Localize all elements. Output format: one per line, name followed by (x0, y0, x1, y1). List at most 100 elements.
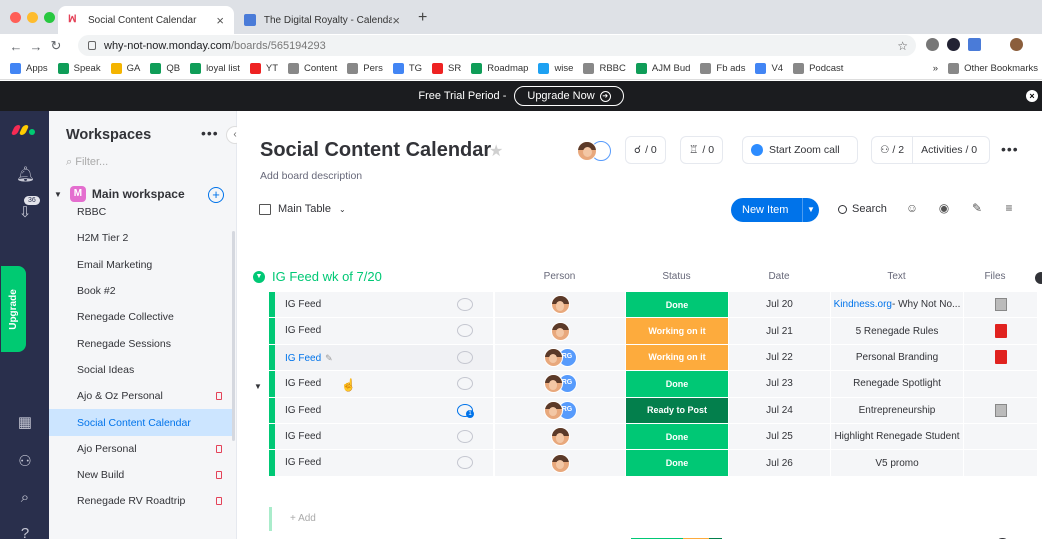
filter-input[interactable]: ⌕ Filter... (66, 156, 108, 169)
reload-icon[interactable]: ↻ (46, 38, 66, 54)
comment-bubble-icon[interactable]: 1 (457, 403, 474, 418)
activity-button-1[interactable]: ☌ / 0 (625, 136, 666, 164)
board-subscribers[interactable] (577, 141, 611, 161)
status-badge[interactable]: Working on it (625, 318, 728, 344)
bookmark-item[interactable]: YT (249, 63, 278, 74)
search-icon[interactable]: ⌕ (16, 489, 34, 507)
filter-icon[interactable]: ≡ (1001, 201, 1017, 217)
files-cell[interactable] (963, 423, 1037, 450)
pin-icon[interactable]: ✎ (969, 201, 985, 217)
date-cell[interactable]: Jul 26 (728, 450, 830, 476)
text-cell[interactable]: Renegade Spotlight (830, 371, 963, 397)
status-badge[interactable]: Done (625, 371, 728, 397)
extension-icon[interactable] (968, 38, 981, 51)
person-cell[interactable] (494, 450, 625, 476)
comment-bubble-icon[interactable] (457, 298, 473, 311)
bookmark-item[interactable]: V4 (755, 63, 783, 74)
activity-button-2[interactable]: ♖ / 0 (680, 136, 724, 164)
person-cell[interactable] (494, 318, 625, 344)
url-field[interactable]: why-not-now.monday.com /boards/565194293… (78, 35, 916, 56)
date-cell[interactable]: Jul 22 (728, 344, 830, 371)
chevron-down-icon[interactable]: ▼ (253, 270, 265, 283)
table-row[interactable]: IG Feed Working on it Jul 21 5 Renegade Rul… (269, 318, 1042, 345)
bookmark-item[interactable]: Apps (10, 63, 48, 74)
edit-pencil-icon[interactable]: ✎ (325, 353, 333, 363)
text-cell[interactable]: Kindness.org - Why Not No... (830, 292, 963, 318)
back-icon[interactable]: ← (6, 39, 26, 54)
status-badge[interactable]: Done (625, 450, 728, 476)
table-row[interactable]: IG Feed Done Jul 20 Kindness.org - Why Not … (269, 292, 1042, 319)
file-thumbnail[interactable] (994, 403, 1007, 417)
files-cell[interactable] (963, 344, 1037, 371)
files-cell[interactable] (963, 318, 1037, 344)
sidebar-item-board[interactable]: Social Ideas (49, 357, 237, 383)
text-cell[interactable]: Personal Branding (830, 344, 963, 371)
table-row[interactable]: IG Feed RG Done Jul 23 Renegade Spotlight (269, 371, 1042, 398)
table-row[interactable]: IG Feed Done Jul 25 Highlight Renegade Stud… (269, 423, 1042, 451)
sidebar-item-board[interactable]: Ajo & Oz Personal (49, 383, 237, 409)
files-cell[interactable] (963, 292, 1037, 318)
upgrade-button[interactable]: Upgrade (1, 266, 26, 352)
files-cell[interactable] (963, 397, 1037, 423)
bookmark-item[interactable]: Podcast (793, 63, 843, 74)
maximize-window-button[interactable] (44, 12, 55, 23)
date-cell[interactable]: Jul 23 (728, 371, 830, 397)
group-title[interactable]: IG Feed wk of 7/20 (272, 269, 382, 284)
board-description[interactable]: Add board description (260, 170, 362, 182)
browser-tab-2[interactable]: The Digital Royalty - Calendar × (234, 6, 410, 34)
column-header-text[interactable]: Text (830, 271, 963, 282)
help-icon[interactable]: ? (16, 525, 34, 539)
person-cell[interactable]: RG (494, 397, 625, 423)
text-cell[interactable]: Highlight Renegade Student (830, 423, 963, 450)
sidebar-item-board[interactable]: Renegade Sessions (49, 330, 237, 356)
eye-hide-icon[interactable]: ◉ (936, 201, 952, 217)
column-header-date[interactable]: Date (728, 271, 830, 282)
new-tab-icon[interactable]: + (418, 9, 427, 27)
new-item-button[interactable]: New Item ▼ (731, 198, 819, 222)
bookmark-item[interactable]: Speak (57, 63, 101, 74)
text-cell[interactable]: Entrepreneurship (830, 397, 963, 423)
sidebar-item-board[interactable]: RBBC (49, 199, 237, 225)
bookmark-item[interactable]: QB (150, 63, 180, 74)
search-button[interactable]: Search (838, 203, 887, 215)
forward-icon[interactable]: → (26, 39, 46, 54)
sidebar-item-board[interactable]: H2M Tier 2 (49, 225, 237, 251)
bookmark-item[interactable]: Roadmap (471, 63, 528, 74)
status-badge[interactable]: Working on it (625, 344, 728, 371)
calendar-icon[interactable]: ▦ (16, 413, 34, 431)
files-cell[interactable] (963, 450, 1037, 476)
column-header-files[interactable]: Files (963, 271, 1027, 282)
more-options-icon[interactable]: ••• (201, 125, 219, 141)
column-header-status[interactable]: Status (625, 271, 728, 282)
date-cell[interactable]: Jul 25 (728, 423, 830, 450)
activities-button[interactable]: Activities / 0 (913, 144, 985, 156)
sidebar-item-board[interactable]: Email Marketing (49, 252, 237, 278)
bookmark-item[interactable]: loyal list (190, 63, 240, 74)
date-cell[interactable]: Jul 20 (728, 292, 830, 318)
chevron-down-icon[interactable]: ▼ (802, 198, 819, 222)
sidebar-item-board[interactable]: New Build (49, 462, 237, 488)
bookmark-item[interactable]: SR (432, 63, 461, 74)
status-badge[interactable]: Done (625, 423, 728, 450)
files-cell[interactable] (963, 371, 1037, 397)
text-cell[interactable]: V5 promo (830, 450, 963, 476)
members-button[interactable]: ⚇ / 2 (872, 137, 914, 163)
bookmark-item[interactable]: Content (288, 63, 337, 74)
view-selector[interactable]: Main Table ⌄ (259, 203, 346, 215)
person-cell[interactable] (494, 292, 625, 318)
date-cell[interactable]: Jul 24 (728, 397, 830, 423)
date-cell[interactable]: Jul 21 (728, 318, 830, 344)
close-tab-icon[interactable]: × (216, 13, 224, 28)
person-cell[interactable] (494, 423, 625, 450)
row-expand-icon[interactable]: ▼ (254, 382, 262, 391)
scrollbar[interactable] (232, 231, 235, 441)
group-header[interactable]: ▼ IG Feed wk of 7/20 (253, 269, 382, 284)
pdf-file-icon[interactable] (994, 324, 1007, 339)
profile-avatar[interactable] (1010, 38, 1023, 51)
monday-logo-icon[interactable] (10, 125, 35, 135)
sidebar-item-board[interactable]: Renegade Collective (49, 304, 237, 330)
bookmark-item[interactable]: AJM Bud (635, 63, 690, 74)
bookmark-item[interactable]: Fb ads (700, 63, 745, 74)
inbox-icon[interactable]: ⇩ (16, 203, 34, 221)
close-banner-icon[interactable]: × (1026, 90, 1038, 102)
